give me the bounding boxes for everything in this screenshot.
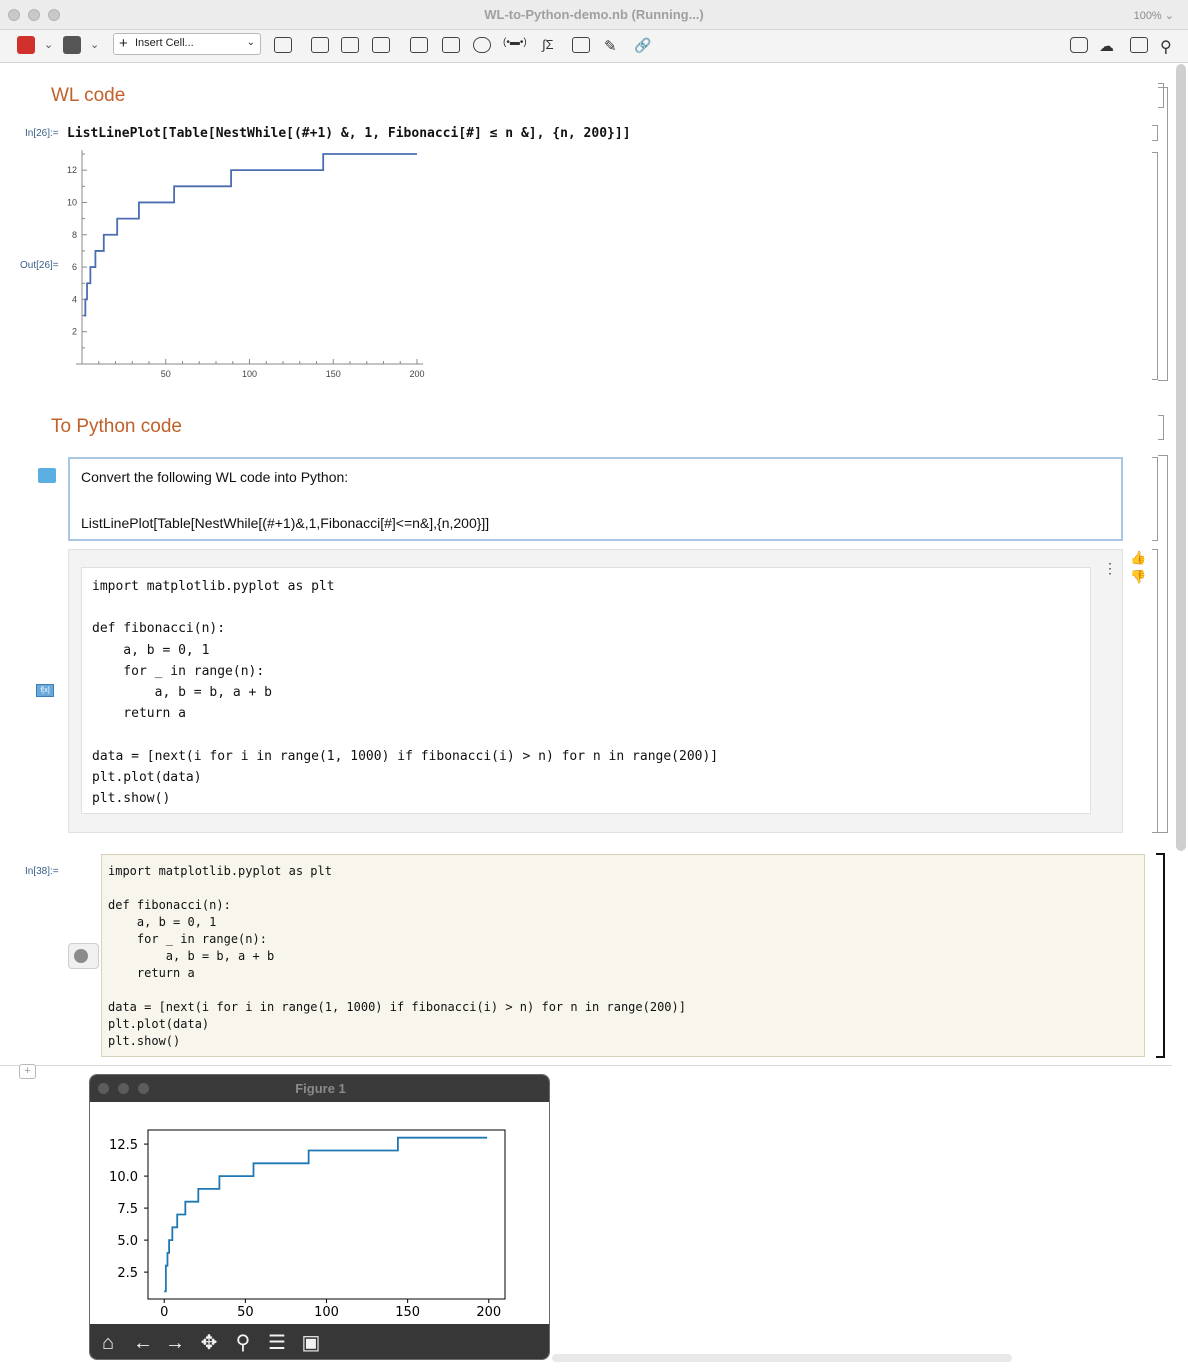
output-label: Out[26]= (20, 260, 59, 271)
math-input-icon[interactable]: ∫Σ (542, 37, 560, 53)
split-cell-icon[interactable] (410, 37, 428, 53)
y-tick-label: 2 (72, 327, 77, 337)
x-tick-label: 150 (326, 369, 341, 379)
comment-icon[interactable] (1070, 37, 1088, 53)
prompt-text-line: ListLinePlot[Table[NestWhile[(#+1)&,1,Fi… (81, 515, 490, 531)
figure-title: Figure 1 (295, 1081, 346, 1096)
wl-list-line-plot[interactable]: 50 100 150 200 2 4 6 8 10 12 (60, 148, 440, 384)
tex-input-icon[interactable] (572, 37, 590, 53)
zoom-icon[interactable]: ⚲ (230, 1330, 256, 1356)
function-icon: f[x] (36, 684, 54, 697)
chat-prompt-cell[interactable]: Convert the following WL code into Pytho… (68, 457, 1123, 541)
y-tick-label: 8 (72, 230, 77, 240)
wl-input-cell[interactable]: ListLinePlot[Table[NestWhile[(#+1) &, 1,… (67, 126, 631, 141)
x-tick-label: 50 (161, 369, 171, 379)
zoom-level-menu[interactable]: 100% ⌄ (1134, 9, 1174, 22)
section-title-to-python[interactable]: To Python code (51, 416, 182, 438)
y-tick-label: 4 (72, 294, 77, 304)
pan-icon[interactable]: ✥ (196, 1330, 222, 1356)
more-icon[interactable] (473, 37, 491, 53)
insert-cell-dropdown[interactable]: + Insert Cell... ⌄ (113, 33, 261, 55)
x-tick-label: 100 (242, 369, 257, 379)
y-tick-label: 10 (67, 197, 77, 207)
chevron-down-icon[interactable]: ⌄ (90, 38, 99, 51)
x-tick-label: 200 (409, 369, 424, 379)
group-bracket[interactable] (1158, 87, 1168, 381)
more-options-icon[interactable]: ⋮ (1103, 560, 1117, 577)
y-tick-label: 12.5 (109, 1138, 138, 1153)
prompt-text-line: Convert the following WL code into Pytho… (81, 469, 349, 485)
vertical-scrollbar[interactable] (1176, 64, 1186, 851)
input-label: In[38]:= (25, 866, 59, 877)
x-tick-label: 50 (237, 1305, 254, 1320)
response-code-text: import matplotlib.pyplot as plt def fibo… (92, 579, 719, 807)
selected-cell-bracket[interactable] (1156, 853, 1165, 1058)
cell-group-icon[interactable] (311, 37, 329, 53)
section-title-wl-code[interactable]: WL code (51, 85, 125, 107)
evaluation-icon[interactable] (17, 36, 35, 54)
x-tick-label: 100 (314, 1305, 339, 1320)
python-language-icon[interactable] (68, 943, 99, 969)
response-code-block[interactable]: import matplotlib.pyplot as plt def fibo… (81, 567, 1091, 814)
y-tick-label: 2.5 (117, 1266, 138, 1281)
drawing-tools-icon[interactable]: ✎ (604, 37, 622, 55)
template-box-icon[interactable]: (•▬•) (503, 37, 527, 53)
chevron-down-icon: ⌄ (246, 37, 255, 48)
matplotlib-figure-window[interactable]: Figure 1 0 50 100 150 200 2.5 5.0 7.5 10.0 12.5 ⌂… (89, 1074, 550, 1360)
forward-arrow-icon[interactable]: → (162, 1330, 188, 1356)
cell-bracket[interactable] (1158, 415, 1164, 440)
output-cell-icon[interactable] (372, 37, 390, 53)
thumbs-down-icon[interactable]: 👎 (1130, 569, 1146, 585)
python-input-cell[interactable]: import matplotlib.pyplot as plt def fibo… (101, 854, 1145, 1057)
data-line (83, 153, 417, 317)
plot-frame (147, 1129, 506, 1300)
input-label: In[26]:= (25, 128, 59, 139)
kernel-icon[interactable] (63, 36, 81, 54)
documentation-icon[interactable] (1130, 37, 1148, 53)
plus-icon: + (119, 35, 128, 52)
x-tick-label: 0 (160, 1305, 168, 1320)
y-tick-label: 6 (72, 262, 77, 272)
add-cell-icon[interactable]: + (19, 1064, 36, 1079)
save-icon[interactable]: ▣ (298, 1330, 324, 1356)
back-arrow-icon[interactable]: ← (130, 1330, 156, 1356)
chat-input-icon (38, 468, 56, 483)
merge-cell-icon[interactable] (442, 37, 460, 53)
search-icon[interactable]: ⚲ (1160, 37, 1178, 56)
home-icon[interactable]: ⌂ (95, 1330, 121, 1356)
y-tick-label: 10.0 (109, 1170, 138, 1185)
window-title: WL-to-Python-demo.nb (Running...) (484, 7, 704, 22)
x-tick-label: 200 (476, 1305, 501, 1320)
input-cell-icon[interactable] (341, 37, 359, 53)
cell-insertion-line[interactable] (0, 1065, 1172, 1066)
cloud-upload-icon[interactable]: ☁ (1099, 37, 1117, 55)
python-logo-icon (74, 949, 88, 963)
chevron-down-icon[interactable]: ⌄ (44, 38, 53, 51)
y-tick-label: 7.5 (117, 1202, 138, 1217)
matplotlib-line-chart: 0 50 100 150 200 2.5 5.0 7.5 10.0 12.5 (109, 1129, 506, 1320)
configure-subplots-icon[interactable]: ☰ (264, 1330, 290, 1356)
y-tick-label: 12 (67, 165, 77, 175)
x-tick-label: 150 (395, 1305, 420, 1320)
thumbs-up-icon[interactable]: 👍 (1130, 550, 1146, 566)
group-bracket[interactable] (1158, 455, 1168, 833)
cell-style-icon[interactable] (274, 37, 292, 53)
y-tick-label: 5.0 (117, 1234, 138, 1249)
link-icon[interactable]: 🔗 (634, 37, 652, 53)
python-code-text: import matplotlib.pyplot as plt def fibo… (108, 864, 686, 1048)
horizontal-scrollbar[interactable] (552, 1354, 1012, 1362)
